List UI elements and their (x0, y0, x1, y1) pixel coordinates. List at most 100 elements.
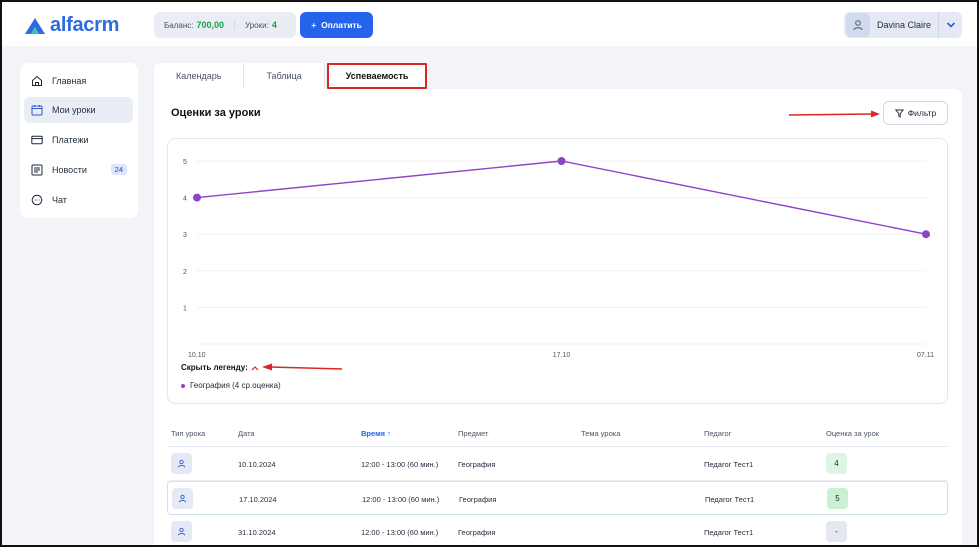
user-menu-toggle[interactable] (938, 12, 962, 38)
column-header-grade[interactable]: Оценка за урок (826, 429, 879, 438)
lesson-type-badge (171, 521, 192, 542)
logo-text: alfacrm (50, 14, 120, 36)
sidebar-item-chat[interactable]: Чат (24, 187, 133, 213)
y-tick-label: 5 (183, 159, 187, 166)
column-header-type[interactable]: Тип урока (171, 429, 205, 438)
balance-value: 700,00 (196, 20, 224, 30)
lessons-label: Уроки: (245, 20, 269, 30)
column-header-subject[interactable]: Предмет (458, 429, 488, 438)
pay-button-label: Оплатить (321, 20, 362, 30)
grade-badge: 4 (826, 453, 847, 474)
filter-button[interactable]: Фильтр (883, 101, 948, 125)
individual-lesson-icon (177, 459, 186, 468)
pay-button[interactable]: + Оплатить (300, 12, 373, 38)
annotation-arrow-icon (262, 363, 343, 371)
top-bar: alfacrm Баланс: 700,00 Уроки: 4 + Оплати… (2, 2, 977, 46)
row-teacher: Педагог Тест1 (704, 460, 754, 469)
row-teacher: Педагог Тест1 (704, 528, 754, 537)
x-tick-label: 10.10 (188, 352, 206, 359)
row-subject: География (458, 528, 496, 537)
grade-badge: 5 (827, 488, 848, 509)
legend-item-label: География (4 ср.оценка) (190, 381, 281, 390)
plus-icon: + (311, 20, 317, 30)
data-point (193, 193, 201, 202)
row-date: 31.10.2024 (238, 528, 276, 537)
news-icon (30, 163, 44, 177)
legend-dot (181, 383, 185, 388)
app-window: alfacrm Баланс: 700,00 Уроки: 4 + Оплати… (0, 0, 979, 547)
lessons-value: 4 (271, 20, 277, 30)
balance-panel: Баланс: 700,00 Уроки: 4 (154, 12, 296, 38)
user-name: Davina Claire (877, 20, 932, 30)
row-time: 12:00 - 13:00 (60 мин.) (361, 460, 439, 469)
filter-button-label: Фильтр (907, 108, 937, 118)
annotation-arrow-icon (788, 110, 880, 118)
avatar (846, 13, 870, 37)
logo-icon (25, 17, 45, 34)
legend-toggle[interactable]: Скрыть легенду: (181, 363, 259, 372)
table-row[interactable]: 31.10.2024 12:00 - 13:00 (60 мин.) Геогр… (167, 515, 948, 545)
chevron-down-icon (946, 22, 955, 28)
row-teacher: Педагог Тест1 (705, 495, 755, 504)
table-row[interactable]: 10.10.2024 12:00 - 13:00 (60 мин.) Геогр… (167, 447, 948, 481)
y-tick-label: 4 (183, 196, 187, 203)
tab-performance[interactable]: Успеваемость (326, 63, 428, 89)
individual-lesson-icon (178, 494, 187, 503)
sidebar-item-label: Мои уроки (52, 105, 96, 115)
grade-badge: - (826, 521, 847, 542)
data-point (557, 157, 566, 165)
row-time: 12:00 - 13:00 (60 мин.) (362, 495, 440, 504)
lesson-type-badge (171, 453, 192, 474)
card-icon (30, 133, 44, 147)
column-header-teacher[interactable]: Педагог (704, 429, 731, 438)
sidebar-item-news[interactable]: Новости 24 (24, 157, 133, 183)
user-menu[interactable]: Davina Claire (844, 12, 962, 38)
sidebar: Главная Мои уроки Платежи Новости 24 Чат (20, 63, 138, 218)
row-date: 17.10.2024 (239, 495, 277, 504)
sidebar-item-label: Платежи (52, 135, 89, 145)
user-icon (853, 20, 863, 31)
individual-lesson-icon (177, 527, 186, 536)
x-tick-label: 07.11 (917, 352, 934, 359)
sidebar-item-label: Новости (52, 165, 87, 175)
row-subject: География (459, 495, 497, 504)
tab-table[interactable]: Таблица (244, 63, 325, 89)
chat-icon (30, 193, 44, 207)
tab-calendar[interactable]: Календарь (154, 63, 245, 89)
sidebar-item-home[interactable]: Главная (24, 68, 133, 94)
sidebar-item-label: Главная (52, 76, 87, 86)
page-title: Оценки за уроки (171, 107, 261, 119)
news-count-badge: 24 (110, 164, 127, 175)
performance-panel: Оценки за уроки Фильтр 1 2 3 4 5 10.10 17.10 07… (154, 89, 962, 545)
row-subject: География (458, 460, 496, 469)
table-header: Тип урока Дата Время ↑ Предмет Тема урок… (167, 419, 948, 447)
table-row[interactable]: 17.10.2024 12:00 - 13:00 (60 мин.) Геогр… (167, 481, 948, 515)
column-header-topic[interactable]: Тема урока (581, 429, 620, 438)
column-header-time[interactable]: Время ↑ (361, 429, 391, 438)
sidebar-item-label: Чат (52, 195, 67, 205)
legend-item[interactable]: География (4 ср.оценка) (181, 381, 281, 390)
logo[interactable]: alfacrm (24, 14, 119, 37)
row-date: 10.10.2024 (238, 460, 276, 469)
grades-chart: 1 2 3 4 5 10.10 17.10 07.11 Скрыть легенду: Гео… (167, 138, 948, 404)
tab-bar: Календарь Таблица Успеваемость (154, 63, 428, 89)
calendar-icon (30, 103, 44, 117)
lessons-count: Уроки: 4 (234, 20, 287, 30)
chevron-up-icon (251, 365, 259, 370)
x-tick-label: 17.10 (553, 352, 571, 359)
sidebar-item-payments[interactable]: Платежи (24, 127, 133, 153)
data-point (922, 230, 930, 239)
y-tick-label: 3 (183, 232, 187, 239)
y-tick-label: 1 (183, 305, 187, 312)
lesson-type-badge (172, 488, 193, 509)
y-tick-label: 2 (183, 269, 187, 276)
column-header-date[interactable]: Дата (238, 429, 255, 438)
legend-toggle-label: Скрыть легенду: (181, 363, 248, 372)
balance-label: Баланс: (164, 20, 194, 30)
sidebar-item-my-lessons[interactable]: Мои уроки (24, 97, 133, 123)
lessons-table: Тип урока Дата Время ↑ Предмет Тема урок… (167, 419, 948, 545)
balance: Баланс: 700,00 (154, 20, 234, 30)
filter-icon (894, 109, 904, 118)
row-time: 12:00 - 13:00 (60 мин.) (361, 528, 439, 537)
home-icon (30, 74, 44, 88)
